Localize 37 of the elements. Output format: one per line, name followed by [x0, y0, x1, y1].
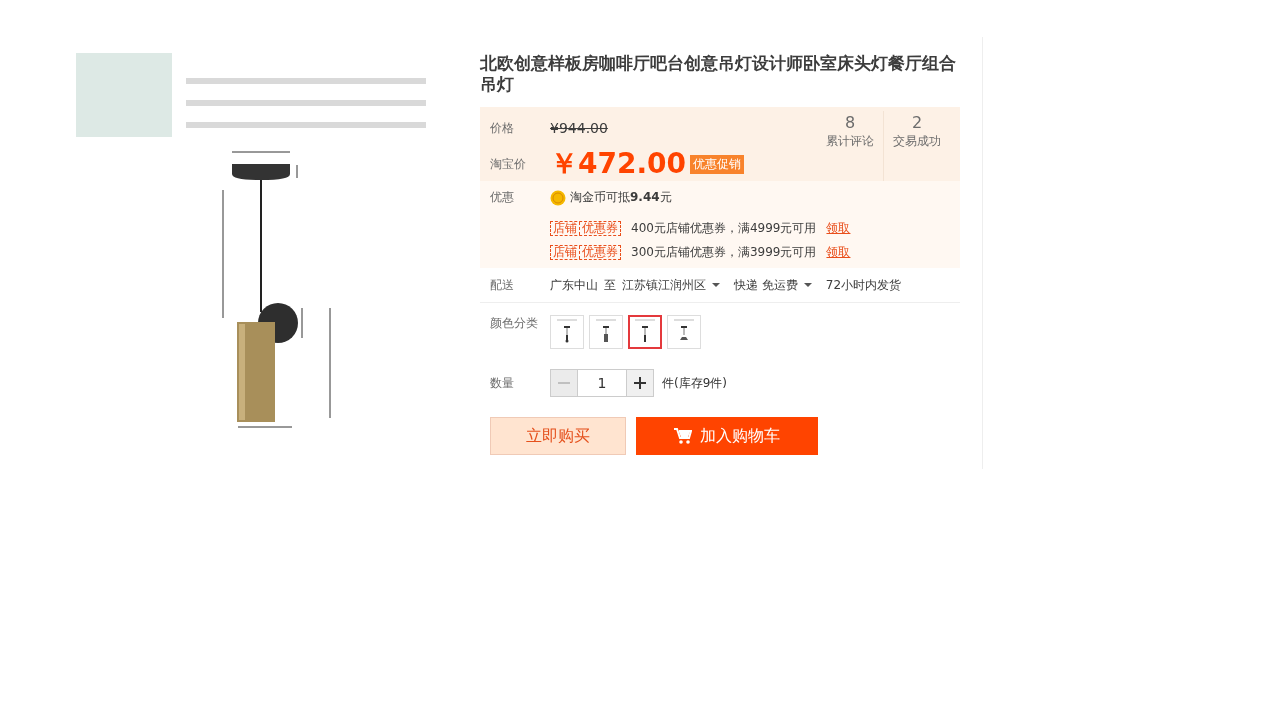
coupon-text: 400元店铺优惠券，满4999元可用 [631, 219, 817, 237]
coupon-tag: 店铺 优惠券 [550, 244, 621, 260]
origin-text: 广东中山 [550, 276, 598, 294]
quantity-field[interactable]: 1 [578, 369, 626, 397]
claim-link[interactable]: 领取 [826, 219, 851, 237]
stock-text: 件(库存9件) [662, 374, 727, 392]
stat-label: 交易成功 [893, 133, 941, 150]
stat-label: 累计评论 [826, 133, 874, 150]
claim-link[interactable]: 领取 [826, 243, 851, 261]
coupon-text: 300元店铺优惠券，满3999元可用 [631, 243, 817, 261]
plus-icon [634, 377, 646, 389]
field-label: 数量 [490, 374, 515, 392]
field-label: 淘宝价 [490, 155, 527, 173]
promo-badge: 优惠促销 [690, 154, 745, 174]
field-label: 价格 [490, 119, 515, 137]
coin-discount-text: 淘金币可抵9.44元 [570, 189, 672, 206]
increase-button[interactable] [626, 369, 654, 397]
destination-dropdown[interactable]: 江苏镇江润州区 [622, 276, 720, 294]
caret-icon [712, 283, 720, 287]
original-price: ¥944.00 [550, 120, 608, 136]
caret-icon [803, 283, 812, 287]
color-option[interactable] [628, 315, 662, 349]
current-price: ￥472.00 [550, 146, 687, 182]
add-to-cart-button[interactable]: 加入购物车 [636, 417, 818, 455]
buy-now-button[interactable]: 立即购买 [490, 417, 626, 455]
coupon-tag: 店铺 优惠券 [550, 220, 621, 236]
stat-value: 2 [911, 113, 923, 133]
field-label: 优惠 [490, 189, 515, 206]
shipping-dropdown[interactable]: 快递 免运费 [734, 276, 812, 294]
coin-icon [550, 189, 566, 206]
stat-value: 8 [844, 113, 856, 133]
shipping-time: 72小时内发货 [825, 276, 902, 294]
field-label: 配送 [490, 276, 515, 294]
product-title: 北欧创意样板房咖啡厅吧台创意吊灯设计师卧室床头灯餐厅组合吊灯 [480, 53, 957, 95]
field-label: 颜色分类 [490, 315, 539, 332]
cart-icon [674, 428, 692, 444]
to-text: 至 [604, 276, 616, 294]
